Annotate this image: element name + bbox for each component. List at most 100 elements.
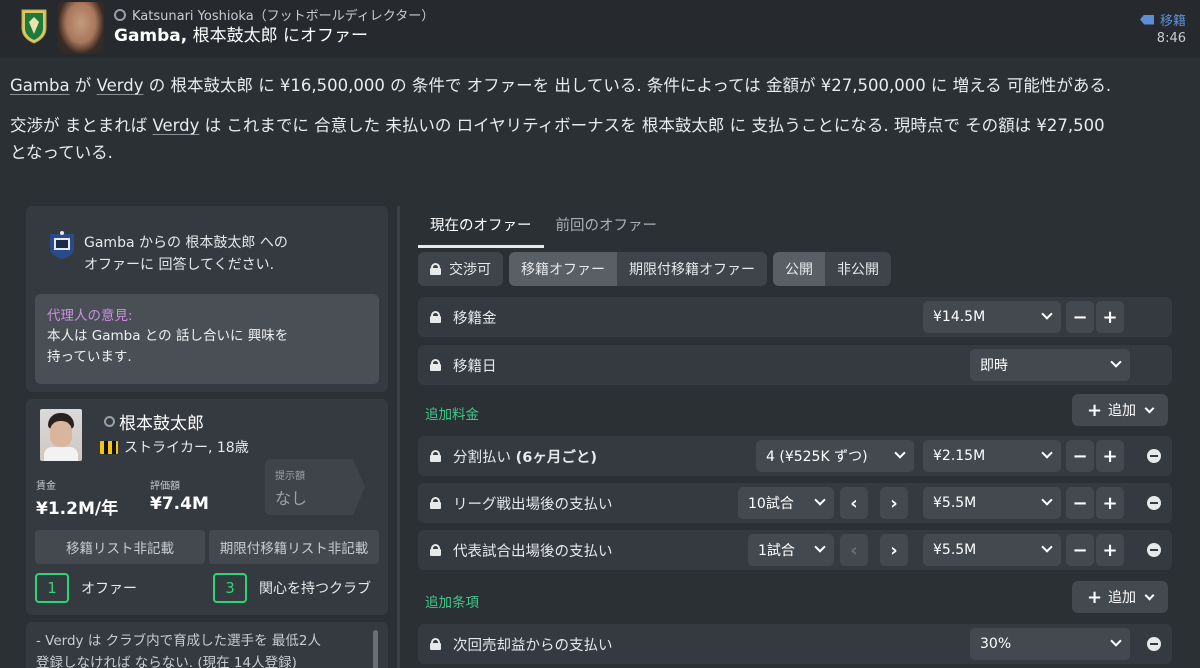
- chevron-down-icon: [1041, 308, 1053, 320]
- visibility-segment: 公開 非公開: [773, 252, 891, 286]
- wage-label: 賃金: [36, 481, 56, 492]
- fee-plus-button[interactable]: +: [1096, 301, 1124, 333]
- header-right: 移籍 8:46: [1139, 10, 1186, 46]
- offer-prompt-line: Gamba からの 根本鼓太郎 への: [84, 235, 288, 251]
- lock-icon[interactable]: [430, 359, 441, 371]
- intl-count-dropdown[interactable]: 1試合: [748, 534, 834, 566]
- installments-plus-button[interactable]: +: [1096, 440, 1124, 472]
- chevron-down-icon: [1041, 447, 1053, 459]
- intl-minus-button[interactable]: −: [1066, 534, 1094, 566]
- league-value-dropdown[interactable]: ¥5.5M: [923, 487, 1061, 519]
- league-label-wrap: リーグ戦出場後の支払い: [430, 483, 613, 523]
- league-next-button[interactable]: ›: [880, 487, 908, 519]
- league-prev-button[interactable]: ‹: [840, 487, 868, 519]
- remove-league-icon[interactable]: [1147, 496, 1161, 510]
- transfer-tag[interactable]: 移籍: [1139, 10, 1186, 29]
- league-count-dropdown[interactable]: 10試合: [738, 487, 834, 519]
- notes-line: - Verdy は クラブ内で育成した選手を 最低2人: [36, 633, 321, 649]
- wage-stat: 賃金 ¥1.2M/年: [36, 477, 118, 519]
- value-stat: 評価額 ¥7.4M: [150, 477, 209, 514]
- left-panel: Gamba からの 根本鼓太郎 への オファーに 回答してください. 代理人の意…: [26, 206, 388, 668]
- text-span: 交渉が まとまれば: [10, 116, 153, 135]
- international-appearances-label: 代表試合出場後の支払い: [453, 543, 613, 560]
- link-gamba[interactable]: Gamba: [10, 76, 70, 95]
- lock-icon[interactable]: [430, 638, 441, 650]
- intl-count: 1試合: [758, 543, 795, 559]
- loan-offer-option[interactable]: 期限付移籍オファー: [617, 252, 767, 286]
- private-option[interactable]: 非公開: [825, 252, 891, 286]
- offer-prompt: Gamba からの 根本鼓太郎 への オファーに 回答してください.: [84, 232, 288, 276]
- offer-card: Gamba からの 根本鼓太郎 への オファーに 回答してください. 代理人の意…: [26, 206, 388, 392]
- asking-price-tag: 提示額 なし: [265, 459, 365, 515]
- installments-row: 分割払い (6ヶ月ごと) 4 (¥525K ずつ) ¥2.15M − +: [418, 436, 1172, 476]
- remove-sell-on-icon[interactable]: [1147, 637, 1161, 651]
- intl-plus-button[interactable]: +: [1096, 534, 1124, 566]
- installments-count: 4 (¥525K ずつ): [766, 449, 868, 465]
- chevron-down-icon: [894, 447, 906, 459]
- league-count: 10試合: [748, 496, 794, 512]
- chevron-down-icon: [814, 541, 826, 553]
- transfer-fee-label: 移籍金: [453, 310, 497, 327]
- add-fee-button[interactable]: + 追加: [1072, 394, 1168, 426]
- transfer-fee-value: ¥14.5M: [933, 309, 986, 325]
- asking-price-value: なし: [275, 489, 308, 508]
- installments-count-dropdown[interactable]: 4 (¥525K ずつ): [756, 440, 914, 472]
- tab-previous-offer[interactable]: 前回のオファー: [544, 208, 670, 248]
- page-title: Gamba, 根本鼓太郎 にオファー: [114, 21, 368, 46]
- agent-opinion-title: 代理人の意見:: [47, 308, 133, 324]
- remove-installments-icon[interactable]: [1147, 449, 1161, 463]
- interest-label: 関心を持つクラブ: [259, 581, 371, 597]
- fee-minus-button[interactable]: −: [1066, 301, 1094, 333]
- offers-count-row[interactable]: 1 オファー: [35, 573, 137, 603]
- installments-value-dropdown[interactable]: ¥2.15M: [923, 440, 1061, 472]
- installments-minus-button[interactable]: −: [1066, 440, 1094, 472]
- lock-icon[interactable]: [430, 544, 441, 556]
- message-paragraph-1: Gamba が Verdy の 根本鼓太郎 に ¥16,500,000 の 条件…: [10, 72, 1190, 99]
- sell-on-dropdown[interactable]: 30%: [970, 628, 1130, 660]
- transfer-fee-label-wrap: 移籍金: [430, 297, 497, 337]
- title-club: Gamba,: [114, 26, 188, 46]
- additional-fees-label: 追加料金: [425, 407, 479, 423]
- club-crest-icon: [21, 9, 47, 44]
- add-button-label: 追加: [1108, 403, 1137, 419]
- transfer-offer-option[interactable]: 移籍オファー: [509, 252, 617, 286]
- intl-value-dropdown[interactable]: ¥5.5M: [923, 534, 1061, 566]
- person-icon: [104, 416, 115, 427]
- asking-price-label: 提示額: [275, 471, 305, 482]
- loan-list-button[interactable]: 期限付移籍リスト非記載: [209, 530, 379, 564]
- installments-value: ¥2.15M: [933, 448, 986, 464]
- player-name-row[interactable]: 根本鼓太郎: [104, 409, 204, 434]
- title-rest: 根本鼓太郎 にオファー: [187, 26, 369, 46]
- notes-scrollbar[interactable]: [373, 630, 378, 668]
- header-bar: Katsunari Yoshioka（フットボールディレクター） Gamba, …: [0, 0, 1200, 58]
- interest-count-row[interactable]: 3 関心を持つクラブ: [213, 573, 371, 603]
- notes-card: - Verdy は クラブ内で育成した選手を 最低2人 登録しなければ ならない…: [26, 622, 388, 668]
- transfer-fee-dropdown[interactable]: ¥14.5M: [923, 301, 1061, 333]
- tab-current-offer[interactable]: 現在のオファー: [418, 208, 544, 248]
- player-photo[interactable]: [40, 409, 82, 461]
- transfer-fee-row: 移籍金 ¥14.5M − +: [418, 297, 1172, 337]
- lock-icon[interactable]: [430, 497, 441, 509]
- transfer-date-value: 即時: [980, 358, 1008, 374]
- message-paragraph-2: 交渉が まとまれば Verdy は これまでに 合意した 未払いの ロイヤリティ…: [10, 112, 1190, 166]
- intl-next-button[interactable]: ›: [880, 534, 908, 566]
- public-option[interactable]: 公開: [773, 252, 825, 286]
- installments-label-wrap: 分割払い (6ヶ月ごと): [430, 436, 597, 476]
- installments-label-a: 分割払い: [453, 449, 516, 466]
- text-span: は これまでに 合意した 未払いの ロイヤリティボーナスを 根本鼓太郎 に 支払…: [199, 116, 1105, 135]
- negotiable-item[interactable]: 交渉可: [418, 252, 503, 286]
- link-verdy[interactable]: Verdy: [97, 76, 144, 95]
- notes-text: - Verdy は クラブ内で育成した選手を 最低2人 登録しなければ ならない…: [36, 630, 378, 668]
- lock-icon[interactable]: [430, 450, 441, 462]
- transfer-list-button[interactable]: 移籍リスト非記載: [35, 530, 205, 564]
- league-plus-button[interactable]: +: [1096, 487, 1124, 519]
- league-minus-button[interactable]: −: [1066, 487, 1094, 519]
- add-clause-button[interactable]: + 追加: [1072, 581, 1168, 613]
- transfer-date-dropdown[interactable]: 即時: [970, 349, 1130, 381]
- lock-icon[interactable]: [430, 311, 441, 323]
- link-verdy-2[interactable]: Verdy: [153, 116, 200, 135]
- intl-prev-button[interactable]: ‹: [840, 534, 868, 566]
- negotiable-toggle[interactable]: 交渉可: [418, 252, 503, 286]
- remove-intl-icon[interactable]: [1147, 543, 1161, 557]
- agent-opinion-text: 本人は Gamba との 話し合いに 興味を 持っています.: [47, 326, 367, 368]
